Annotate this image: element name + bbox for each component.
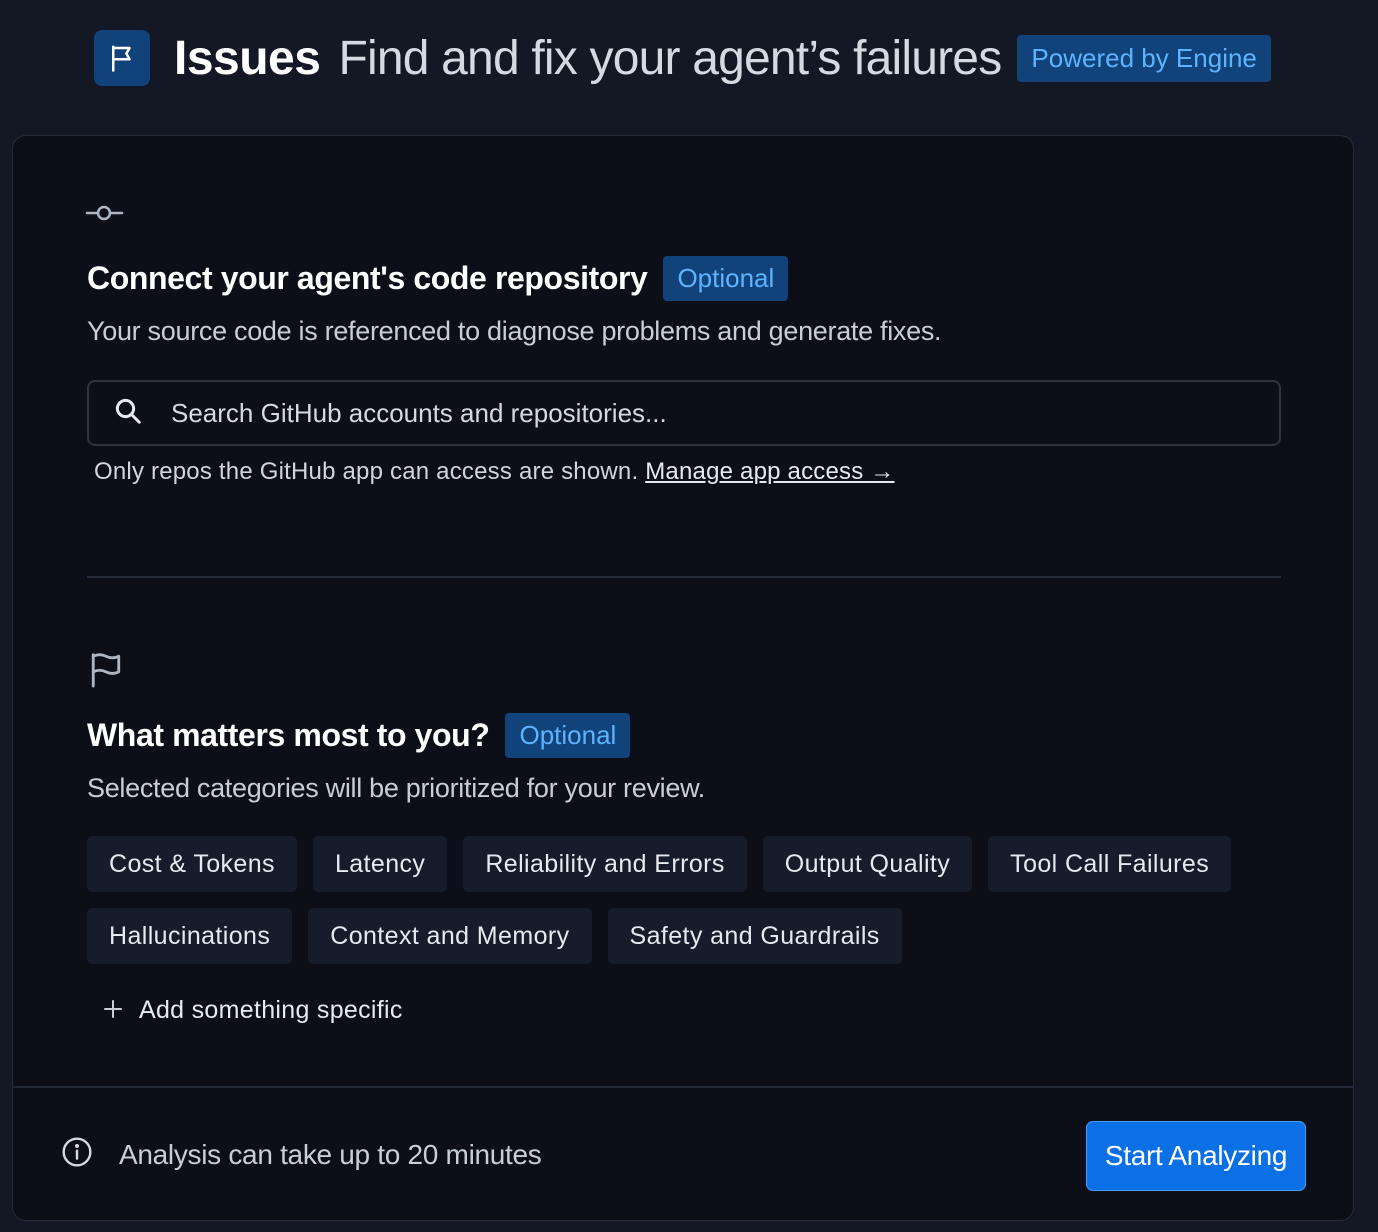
card-footer: Analysis can take up to 20 minutes Start…: [13, 1086, 1353, 1220]
category-chip-output-quality[interactable]: Output Quality: [762, 836, 973, 892]
repo-search-box[interactable]: [87, 380, 1281, 446]
priorities-section-heading: What matters most to you? Optional: [87, 713, 631, 758]
repo-section-description: Your source code is referenced to diagno…: [87, 316, 942, 346]
optional-badge: Optional: [505, 713, 631, 758]
optional-badge: Optional: [663, 256, 789, 301]
page-title: Issues: [174, 31, 321, 85]
repo-search-input[interactable]: [169, 396, 1249, 430]
flag-icon: [89, 650, 123, 693]
analysis-duration-text: Analysis can take up to 20 minutes: [119, 1139, 542, 1170]
category-chip-context-memory[interactable]: Context and Memory: [308, 908, 592, 964]
setup-card: Connect your agent's code repository Opt…: [12, 135, 1354, 1221]
category-chips: Cost & Tokens Latency Reliability and Er…: [87, 836, 1287, 980]
repo-section-title: Connect your agent's code repository: [87, 260, 648, 296]
manage-app-access-link[interactable]: Manage app access →: [645, 458, 894, 485]
access-note: Only repos the GitHub app can access are…: [94, 458, 895, 486]
category-chip-tool-call-failures[interactable]: Tool Call Failures: [988, 836, 1232, 892]
add-specific-label: Add something specific: [139, 995, 403, 1024]
plus-icon: [103, 994, 123, 1026]
page-subtitle: Find and fix your agent’s failures: [338, 31, 1002, 85]
priorities-section-title: What matters most to you?: [87, 717, 490, 753]
info-icon: [61, 1136, 93, 1175]
add-specific-button[interactable]: Add something specific: [103, 994, 403, 1026]
category-chip-hallucinations[interactable]: Hallucinations: [87, 908, 293, 964]
powered-by-badge: Powered by Engine: [1017, 34, 1271, 82]
section-divider: [87, 576, 1281, 578]
category-chip-reliability[interactable]: Reliability and Errors: [463, 836, 747, 892]
category-chip-cost-tokens[interactable]: Cost & Tokens: [87, 836, 297, 892]
search-icon: [113, 396, 143, 431]
access-note-text: Only repos the GitHub app can access are…: [94, 458, 639, 485]
git-commit-icon: [85, 202, 125, 229]
flag-icon: [94, 30, 150, 86]
page-header: Issues Find and fix your agent’s failure…: [0, 0, 1378, 116]
repo-section-heading: Connect your agent's code repository Opt…: [87, 256, 789, 301]
analysis-duration-note: Analysis can take up to 20 minutes: [61, 1088, 542, 1220]
category-chip-latency[interactable]: Latency: [312, 836, 448, 892]
start-analyzing-button[interactable]: Start Analyzing: [1086, 1121, 1306, 1191]
chip-row: Hallucinations Context and Memory Safety…: [87, 908, 1287, 964]
category-chip-safety-guardrails[interactable]: Safety and Guardrails: [607, 908, 902, 964]
priorities-section-description: Selected categories will be prioritized …: [87, 773, 705, 803]
chip-row: Cost & Tokens Latency Reliability and Er…: [87, 836, 1287, 892]
